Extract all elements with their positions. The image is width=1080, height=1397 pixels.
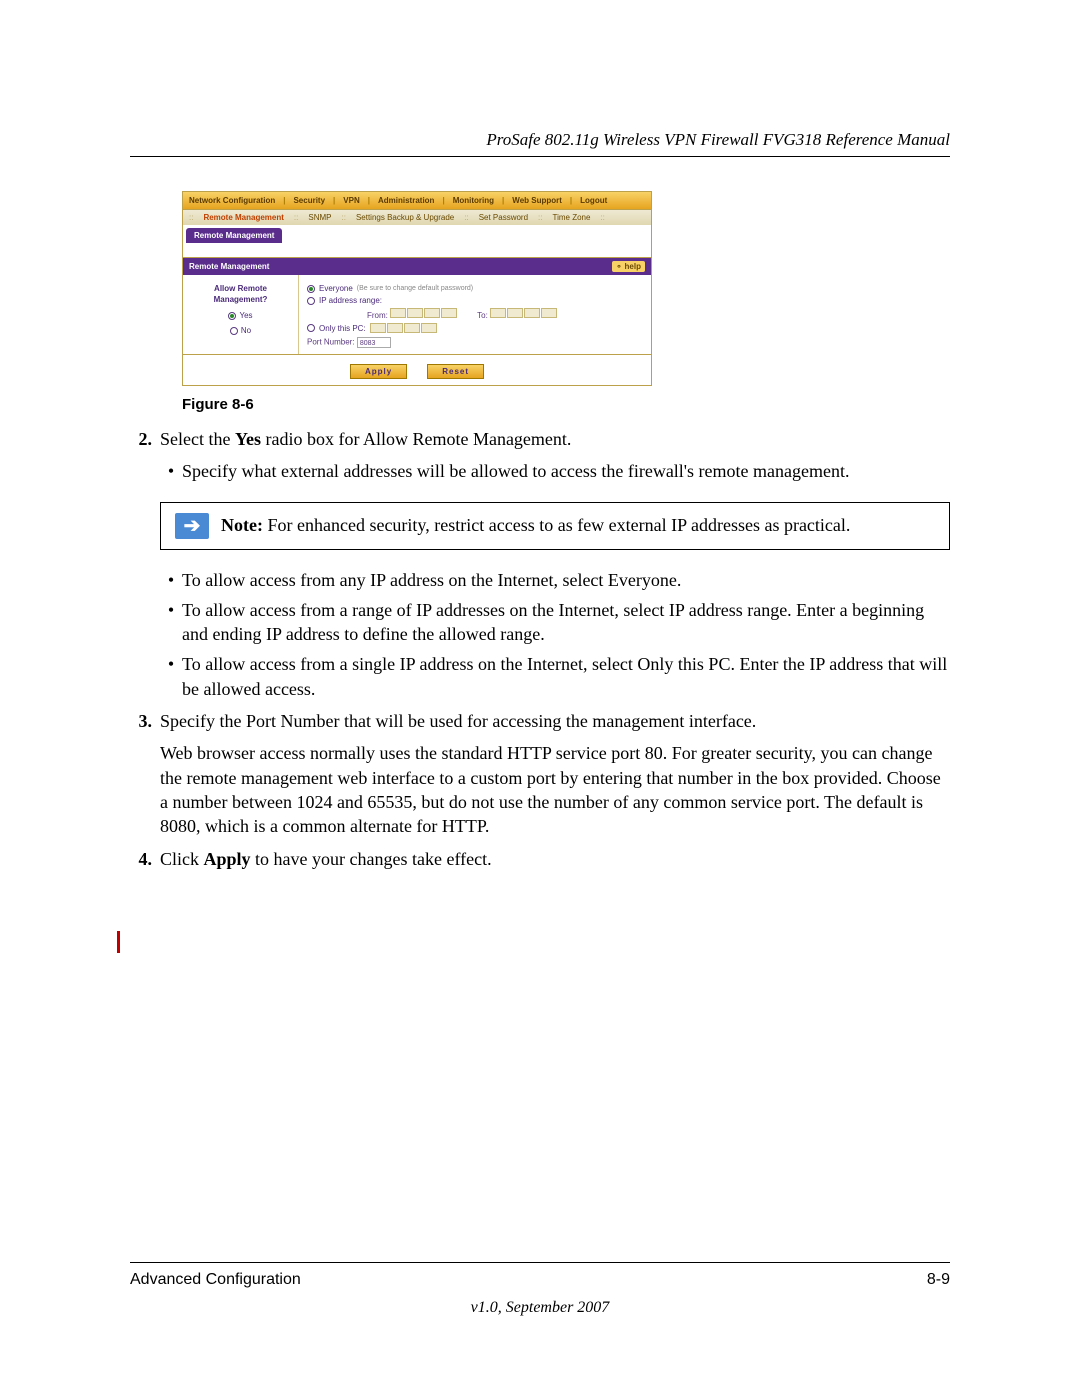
radio-iprange[interactable] (307, 297, 315, 305)
ss-tab-row: Remote Management (182, 225, 652, 243)
radio-everyone[interactable] (307, 285, 315, 293)
running-header: ProSafe 802.11g Wireless VPN Firewall FV… (130, 130, 950, 157)
panel-header: Remote Management ⚬ help (183, 258, 651, 275)
subtab[interactable]: Time Zone (553, 213, 591, 222)
footer-version: v1.0, September 2007 (130, 1299, 950, 1317)
allow-remote-section: Allow Remote Management? Yes No (183, 275, 299, 354)
subtab[interactable]: Set Password (479, 213, 528, 222)
step-3: 3. Specify the Port Number that will be … (130, 709, 950, 733)
question-line1: Allow Remote (189, 283, 292, 294)
subtab[interactable]: Settings Backup & Upgrade (356, 213, 454, 222)
page-footer: Advanced Configuration 8-9 v1.0, Septemb… (130, 1262, 950, 1317)
step-3-detail: Web browser access normally uses the sta… (160, 741, 950, 838)
nav-item[interactable]: Web Support (512, 196, 562, 205)
ss-panel: Remote Management ⚬ help Allow Remote Ma… (182, 257, 652, 355)
help-button[interactable]: ⚬ help (612, 261, 645, 272)
nav-item[interactable]: VPN (343, 196, 359, 205)
access-options: Everyone (Be sure to change default pass… (299, 275, 651, 354)
ss-sub-nav: ::Remote Management ::SNMP ::Settings Ba… (182, 210, 652, 225)
figure-screenshot: Network Configuration| Security| VPN| Ad… (182, 191, 652, 386)
active-tab[interactable]: Remote Management (186, 228, 282, 243)
button-row: Apply Reset (182, 355, 652, 386)
bullet-specify: • Specify what external addresses will b… (160, 459, 950, 483)
figure-caption: Figure 8-6 (182, 396, 950, 413)
subtab[interactable]: SNMP (308, 213, 331, 222)
radio-no[interactable] (230, 327, 238, 335)
nav-item[interactable]: Security (293, 196, 325, 205)
question-line2: Management? (189, 294, 292, 305)
page-content: ProSafe 802.11g Wireless VPN Firewall FV… (130, 130, 950, 879)
change-bar (117, 931, 120, 953)
ss-top-nav: Network Configuration| Security| VPN| Ad… (182, 191, 652, 210)
footer-section: Advanced Configuration (130, 1271, 301, 1289)
nav-item[interactable]: Logout (580, 196, 607, 205)
bullet-everyone: • To allow access from any IP address on… (160, 568, 950, 592)
onlypc-ip-input[interactable] (370, 323, 437, 333)
note-box: ➔ Note: For enhanced security, restrict … (160, 502, 950, 550)
apply-button[interactable]: Apply (350, 364, 407, 379)
reset-button[interactable]: Reset (427, 364, 484, 379)
step-2: 2. Select the Yes radio box for Allow Re… (130, 427, 950, 451)
radio-yes[interactable] (228, 312, 236, 320)
from-ip-input[interactable] (390, 308, 457, 318)
bullet-iprange: • To allow access from a range of IP add… (160, 598, 950, 647)
radio-onlypc[interactable] (307, 324, 315, 332)
nav-item[interactable]: Administration (378, 196, 434, 205)
step-4: 4. Click Apply to have your changes take… (130, 847, 950, 871)
arrow-icon: ➔ (175, 513, 209, 539)
to-ip-input[interactable] (490, 308, 557, 318)
nav-item[interactable]: Network Configuration (189, 196, 275, 205)
footer-page: 8-9 (927, 1271, 950, 1289)
bullet-onlypc: • To allow access from a single IP addre… (160, 652, 950, 701)
port-input[interactable]: 8083 (357, 337, 391, 348)
nav-item[interactable]: Monitoring (453, 196, 494, 205)
panel-title: Remote Management (189, 262, 269, 271)
subtab[interactable]: Remote Management (203, 213, 283, 222)
